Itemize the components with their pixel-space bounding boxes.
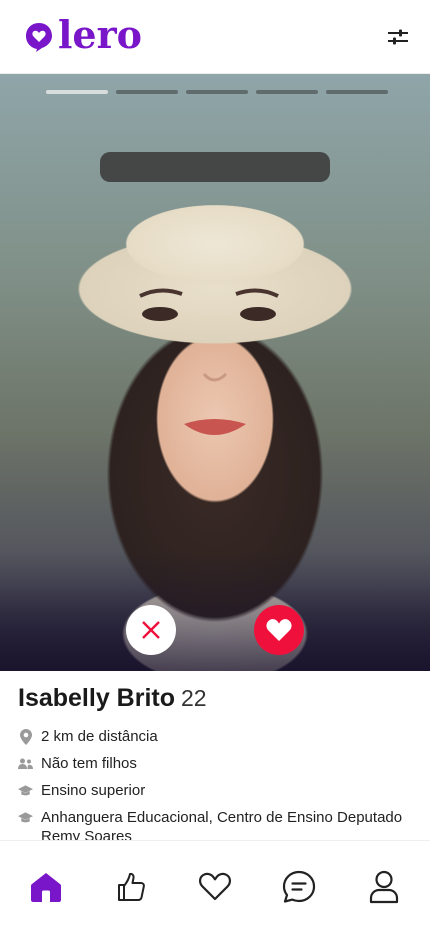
profile-age: 22 (181, 685, 207, 711)
detail-text: Não tem filhos (41, 755, 137, 772)
profile-icon (369, 870, 398, 903)
app-logo[interactable]: lero (24, 15, 142, 54)
people-icon (18, 754, 33, 773)
heart-icon (266, 619, 292, 641)
profile-name: Isabelly Brito (18, 684, 175, 712)
profile-photo[interactable] (0, 74, 430, 671)
bottom-navigation (0, 840, 430, 932)
close-icon (142, 621, 160, 639)
detail-text: Ensino superior (41, 782, 146, 799)
photo-gradient-overlay (0, 551, 430, 671)
nav-chat[interactable] (279, 867, 319, 907)
top-bar: lero (0, 0, 430, 74)
profile-info: Isabelly Brito 22 2 km de distância Não … (18, 684, 418, 846)
heart-icon (198, 872, 231, 900)
detail-education: Ensino superior (18, 781, 418, 800)
detail-children: Não tem filhos (18, 754, 418, 773)
name-row: Isabelly Brito 22 (18, 684, 418, 713)
graduation-cap-icon (18, 781, 33, 800)
nav-profile[interactable] (364, 867, 404, 907)
filter-button[interactable] (384, 23, 412, 51)
nav-matches[interactable] (195, 867, 235, 907)
brand-name: lero (58, 11, 142, 57)
home-icon (31, 872, 62, 902)
detail-distance: 2 km de distância (18, 727, 418, 746)
logo-heart-bubble-icon (26, 22, 52, 52)
thumbs-up-icon (117, 872, 145, 901)
nav-likes[interactable] (111, 867, 151, 907)
detail-text: 2 km de distância (41, 728, 158, 745)
nav-home[interactable] (26, 867, 66, 907)
sliders-icon (388, 29, 408, 44)
graduation-cap-icon (18, 808, 33, 827)
dislike-button[interactable] (126, 605, 176, 655)
chat-icon (283, 870, 316, 903)
app-screen: lero Isabelly Brito 22 2 km de distância… (0, 0, 430, 932)
location-pin-icon (18, 727, 33, 746)
like-button[interactable] (254, 605, 304, 655)
